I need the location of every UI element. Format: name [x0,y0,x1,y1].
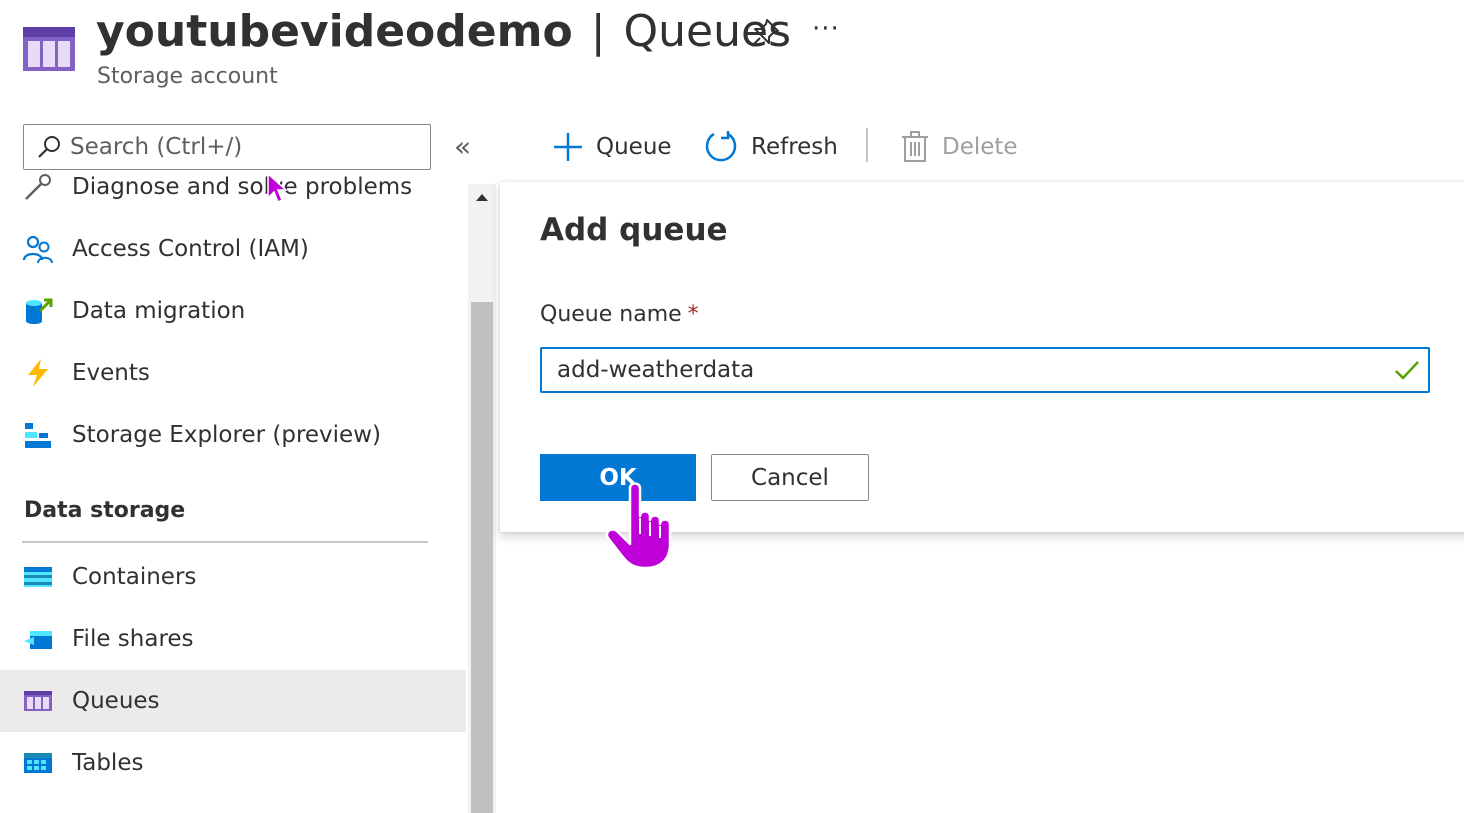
queue-name-input[interactable] [557,357,1377,383]
queue-name-label-text: Queue name [540,302,682,327]
search-box[interactable] [23,124,431,170]
containers-icon [24,567,52,587]
collapse-sidebar-button[interactable]: « [454,130,471,163]
page-subtitle: Storage account [97,64,278,89]
data-migration-icon [26,298,53,324]
section-header-data-storage: Data storage [24,498,186,523]
add-queue-dialog: Add queue Queue name* OK Cancel [500,182,1464,532]
refresh-icon [705,131,737,162]
delete-button[interactable]: Delete [900,122,1018,172]
sidebar-item-file-shares[interactable]: File shares [0,608,466,670]
resource-name: youtubevideodemo [96,6,573,57]
page-title: youtubevideodemo | Queues [96,2,791,62]
section-divider [22,541,428,543]
sidebar-item-label: Queues [72,688,160,714]
scroll-up-arrow-icon[interactable] [468,192,496,212]
add-queue-button[interactable]: Queue [552,122,672,172]
sidebar-item-label: File shares [72,626,194,652]
ok-button[interactable]: OK [540,454,696,501]
queue-name-label: Queue name * [540,302,699,327]
sidebar-item-containers[interactable]: Containers [0,546,466,608]
queues-icon [24,691,52,711]
storage-explorer-icon [25,423,51,448]
trash-icon [902,131,928,162]
search-input[interactable] [70,134,410,160]
lightning-icon [28,359,48,387]
sidebar-item-label: Access Control (IAM) [72,236,309,262]
sidebar-item-label: Containers [72,564,197,590]
sidebar-item-label: Data migration [72,298,246,324]
plus-icon [554,133,582,161]
toolbar-divider [866,128,868,162]
required-marker: * [687,302,699,327]
scroll-thumb[interactable] [471,302,493,813]
dialog-title: Add queue [540,212,728,248]
tables-icon [24,753,52,773]
sidebar-item-tables[interactable]: Tables [0,732,466,794]
valid-check-icon [1395,361,1419,380]
sidebar-item-label: Diagnose and solve problems [72,174,413,200]
sidebar-item-queues[interactable]: Queues [0,670,466,732]
sidebar-nav: Diagnose and solve problems Access Contr… [0,172,466,813]
refresh-label: Refresh [751,134,838,160]
sidebar-scrollbar[interactable] [468,184,496,813]
sidebar-item-label: Tables [72,750,144,776]
search-icon [38,136,60,158]
sidebar-item-events[interactable]: Events [0,342,466,404]
file-shares-icon [24,631,52,649]
refresh-button[interactable]: Refresh [703,122,838,172]
title-separator: | [590,6,606,57]
queue-name-field[interactable] [540,347,1430,393]
cancel-button[interactable]: Cancel [711,454,869,501]
wrench-icon [25,174,51,200]
add-queue-label: Queue [596,134,672,160]
sidebar-item-access-control[interactable]: Access Control (IAM) [0,218,466,280]
sidebar-item-label: Events [72,360,150,386]
more-options-icon[interactable]: ··· [812,14,840,44]
delete-label: Delete [942,134,1018,160]
pin-icon[interactable] [748,16,782,50]
sidebar-item-label: Storage Explorer (preview) [72,422,381,448]
sidebar-item-storage-explorer[interactable]: Storage Explorer (preview) [0,404,466,466]
sidebar-item-diagnose[interactable]: Diagnose and solve problems [0,172,466,218]
people-icon [22,235,53,264]
queues-resource-icon [23,27,75,71]
sidebar-item-data-migration[interactable]: Data migration [0,280,466,342]
